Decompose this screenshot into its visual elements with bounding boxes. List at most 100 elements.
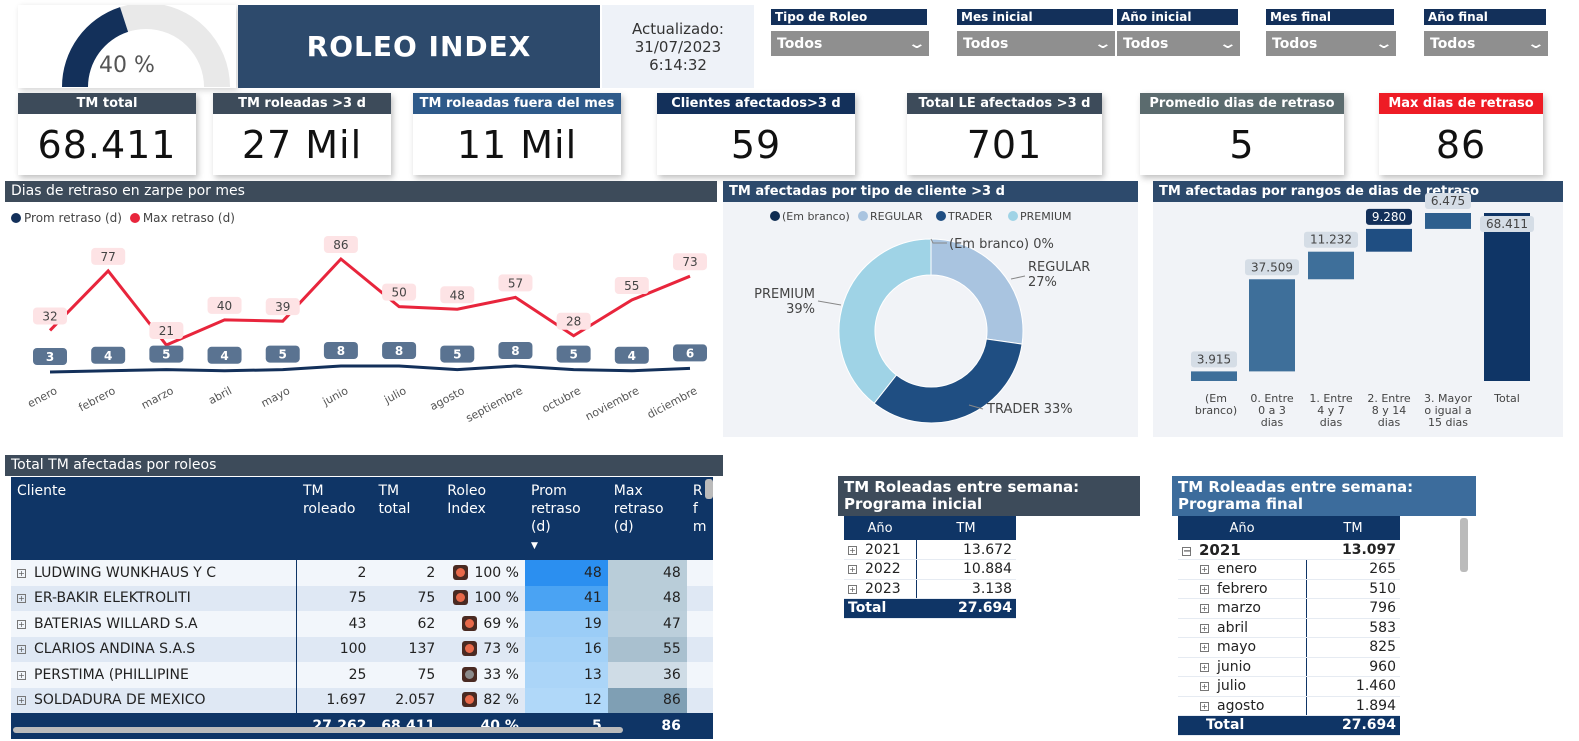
year: 2021: [865, 541, 901, 558]
filter-value: Todos: [1430, 35, 1476, 52]
series-line-prom-retraso: [49, 364, 691, 374]
total-prom: 5: [592, 717, 602, 734]
week-final-table: Año TM −2021 13.097 + enero 265 + febrero 510 +…: [1178, 516, 1400, 736]
col-header-max-retraso[interactable]: Max retraso (d): [608, 477, 687, 560]
tm: 825: [1306, 637, 1400, 658]
col-header-cliente[interactable]: Cliente: [11, 477, 297, 560]
donut-slice: [838, 238, 932, 405]
cell-max-retraso: 36: [607, 662, 687, 688]
updated-box: Actualizado: 31/07/2023 6:14:32: [602, 5, 754, 88]
max-data-label: 50: [391, 286, 406, 300]
expand-icon[interactable]: +: [1200, 565, 1209, 575]
kpi-value: 86: [1435, 122, 1487, 167]
col-header-year[interactable]: Año: [844, 516, 916, 540]
bar-data-label: 37.509: [1251, 260, 1293, 274]
col-header-roleo-index[interactable]: Roleo Index: [441, 477, 525, 560]
expand-icon[interactable]: +: [848, 584, 857, 594]
avg-data-label: 5: [162, 348, 170, 362]
filter-select-mes-inicial[interactable]: Todos ⌄: [957, 31, 1115, 56]
col-header-prom-retraso[interactable]: Prom retraso (d) ▼: [525, 477, 608, 560]
cell-cliente: + ER-BAKIR ELEKTROLITI: [11, 585, 298, 611]
month-row[interactable]: + agosto 1.894: [1178, 696, 1400, 716]
status-indicator-icon: [462, 641, 478, 657]
chevron-down-icon: ⌄: [1526, 35, 1546, 52]
month: enero: [1217, 561, 1258, 578]
collapse-icon[interactable]: −: [1182, 546, 1191, 556]
filter-value: Todos: [1272, 35, 1318, 52]
legend-label: REGULAR: [870, 210, 923, 223]
month-row[interactable]: + febrero 510: [1178, 579, 1400, 599]
title-line: Programa final: [1178, 495, 1303, 513]
filter-value: Todos: [1123, 35, 1169, 52]
avg-data-label: 4: [628, 349, 636, 363]
avg-data-label: 5: [453, 348, 461, 362]
week-initial-title: TM Roleadas entre semana: Programa inici…: [838, 476, 1140, 516]
horizontal-scrollbar[interactable]: [13, 727, 623, 733]
month-row[interactable]: + abril 583: [1178, 618, 1400, 638]
cell-cut: [687, 586, 713, 612]
filter-label: Año inicial: [1117, 9, 1238, 25]
week-initial-panel: TM Roleadas entre semana: Programa inici…: [838, 476, 1140, 619]
avg-data-label: 8: [337, 344, 345, 358]
month-row[interactable]: + enero 265: [1178, 559, 1400, 580]
vertical-scrollbar[interactable]: [705, 479, 713, 499]
col-header-tm-roleado[interactable]: TM roleado: [297, 477, 372, 560]
kpi-value: 68.411: [37, 122, 177, 167]
expand-icon[interactable]: +: [17, 670, 26, 680]
slice-label: REGULAR: [1028, 260, 1090, 275]
cell-roleo-index: 100 %: [441, 586, 525, 612]
tm: 3.138: [916, 579, 1016, 599]
month-row[interactable]: + julio 1.460: [1178, 676, 1400, 697]
avg-data-label: 5: [279, 348, 287, 362]
expand-icon[interactable]: +: [17, 594, 26, 604]
cell-roleo-index: 33 %: [441, 662, 525, 688]
filter-select-mes-final[interactable]: Todos ⌄: [1266, 31, 1396, 56]
avg-data-label: 8: [511, 344, 519, 358]
expand-icon[interactable]: +: [1200, 701, 1209, 711]
table-row[interactable]: + BATERIAS WILLARD S.A 43 62 69 % 19 47: [11, 611, 713, 637]
expand-icon[interactable]: +: [1200, 604, 1209, 614]
table-row[interactable]: + SOLDADURA DE MEXICO 1.697 2.057 82 % 12 86: [11, 687, 713, 713]
expand-icon[interactable]: +: [17, 696, 26, 706]
avg-data-label: 3: [46, 350, 54, 364]
week-final-panel: TM Roleadas entre semana: Programa final…: [1172, 476, 1476, 736]
expand-icon[interactable]: +: [1200, 662, 1209, 672]
expand-icon[interactable]: +: [1200, 643, 1209, 653]
month: julio: [1217, 678, 1247, 695]
expand-icon[interactable]: +: [17, 619, 26, 629]
chevron-down-icon: ⌄: [1374, 35, 1394, 52]
year-row[interactable]: +2021 13.672: [844, 540, 1016, 560]
year-row[interactable]: +2022 10.884: [844, 559, 1016, 580]
slice-label: (Em branco) 0%: [949, 237, 1054, 252]
expand-icon[interactable]: +: [1200, 584, 1209, 594]
table-row[interactable]: + LUDWING WUNKHAUS Y C 2 2 100 % 48 48: [11, 560, 713, 586]
filter-label: Tipo de Roleo: [771, 9, 927, 25]
expand-icon[interactable]: +: [848, 545, 857, 555]
col-header-tm[interactable]: TM: [916, 516, 1016, 540]
cell-cut: [687, 662, 713, 688]
kpi-label: Clientes afectados>3 d: [657, 93, 855, 114]
table-row[interactable]: + CLARIOS ANDINA S.A.S 100 137 73 % 16 55: [11, 636, 713, 662]
cell-roleo-index: 100 %: [441, 560, 525, 586]
month-row[interactable]: + junio 960: [1178, 657, 1400, 677]
filter-select-tipo-roleo[interactable]: Todos ⌄: [771, 31, 929, 56]
col-header-tm[interactable]: TM: [1306, 516, 1400, 540]
filter-select-ano-inicial[interactable]: Todos ⌄: [1117, 31, 1240, 56]
col-header-tm-total[interactable]: TM total: [372, 477, 441, 560]
filter-select-ano-final[interactable]: Todos ⌄: [1424, 31, 1548, 56]
expand-icon[interactable]: +: [1200, 682, 1209, 692]
legend-label: TRADER: [947, 210, 993, 223]
month-row[interactable]: + mayo 825: [1178, 637, 1400, 658]
year-row[interactable]: +2023 3.138: [844, 579, 1016, 599]
expand-icon[interactable]: +: [17, 645, 26, 655]
status-indicator-icon: [453, 590, 469, 606]
col-header-year[interactable]: Año: [1178, 516, 1306, 540]
vertical-scrollbar[interactable]: [1460, 518, 1468, 572]
table-row[interactable]: + PERSTIMA (PHILLIPINE 25 75 33 % 13 36: [11, 662, 713, 688]
expand-icon[interactable]: +: [848, 565, 857, 575]
year-group-row[interactable]: −2021 13.097: [1178, 540, 1400, 560]
month-row[interactable]: + marzo 796: [1178, 598, 1400, 619]
expand-icon[interactable]: +: [1200, 623, 1209, 633]
expand-icon[interactable]: +: [17, 568, 26, 578]
table-row[interactable]: + ER-BAKIR ELEKTROLITI 75 75 100 % 41 48: [11, 585, 713, 612]
